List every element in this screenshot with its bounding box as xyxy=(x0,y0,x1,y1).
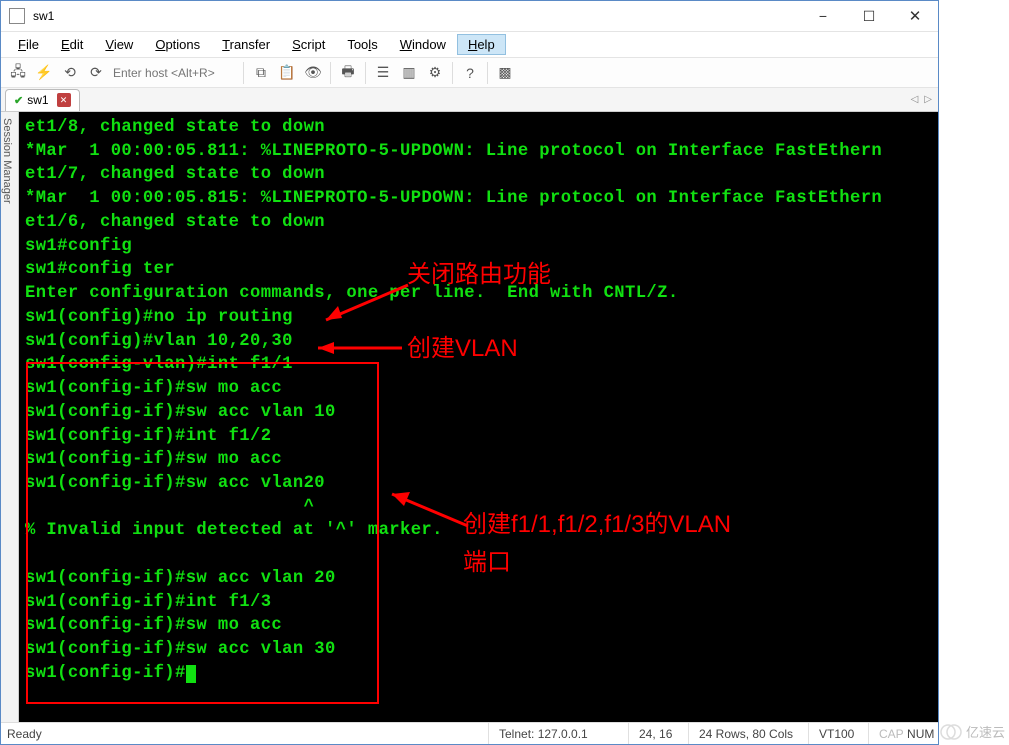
tab-close-icon[interactable]: ✕ xyxy=(57,93,71,107)
status-position: 24, 16 xyxy=(628,723,688,744)
tab-sw1[interactable]: ✔ sw1 ✕ xyxy=(5,89,80,111)
find-icon[interactable]: 👁 xyxy=(301,61,325,85)
connect-icon[interactable]: 🖧 xyxy=(6,61,30,85)
reconnect-icon[interactable]: ⟲ xyxy=(58,61,82,85)
disconnect-icon[interactable]: ⟳ xyxy=(84,61,108,85)
app-window: sw1 − ☐ ✕ File Edit View Options Transfe… xyxy=(0,0,939,745)
menu-help[interactable]: Help xyxy=(457,34,506,55)
tab-next-icon[interactable]: ▷ xyxy=(924,94,932,105)
tab-label: sw1 xyxy=(27,93,48,107)
app-icon xyxy=(9,8,25,24)
main-area: Session Manager et1/8, changed state to … xyxy=(1,112,938,722)
session-options-icon[interactable]: ▥ xyxy=(397,61,421,85)
statusbar: Ready Telnet: 127.0.0.1 24, 16 24 Rows, … xyxy=(1,722,938,744)
host-input[interactable] xyxy=(109,63,239,83)
titlebar: sw1 − ☐ ✕ xyxy=(1,1,938,32)
print-icon[interactable]: 🖶 xyxy=(336,61,360,85)
minimize-button[interactable]: − xyxy=(800,1,846,31)
status-ready: Ready xyxy=(1,723,488,744)
menu-window[interactable]: Window xyxy=(389,34,457,55)
tabstrip: ✔ sw1 ✕ ◁ ▷ xyxy=(1,88,938,112)
tab-prev-icon[interactable]: ◁ xyxy=(911,94,919,105)
close-button[interactable]: ✕ xyxy=(892,1,938,31)
view-icon[interactable]: ▩ xyxy=(493,61,517,85)
copy-icon[interactable]: ⧉ xyxy=(249,61,273,85)
menubar: File Edit View Options Transfer Script T… xyxy=(1,32,938,58)
status-size: 24 Rows, 80 Cols xyxy=(688,723,808,744)
menu-tools[interactable]: Tools xyxy=(336,34,388,55)
toolbar: 🖧 ⚡ ⟲ ⟳ ⧉ 📋 👁 🖶 ☰ ▥ ⚙ ? ▩ xyxy=(1,58,938,88)
status-telnet: Telnet: 127.0.0.1 xyxy=(488,723,628,744)
quick-connect-icon[interactable]: ⚡ xyxy=(32,61,56,85)
terminal[interactable]: et1/8, changed state to down *Mar 1 00:0… xyxy=(19,112,938,722)
properties-icon[interactable]: ☰ xyxy=(371,61,395,85)
menu-file[interactable]: File xyxy=(7,34,50,55)
paste-icon[interactable]: 📋 xyxy=(275,61,299,85)
maximize-button[interactable]: ☐ xyxy=(846,1,892,31)
status-emulation: VT100 xyxy=(808,723,868,744)
status-caps: CAP NUM xyxy=(868,723,938,744)
menu-edit[interactable]: Edit xyxy=(50,34,94,55)
watermark: 亿速云 xyxy=(940,722,1005,741)
menu-view[interactable]: View xyxy=(94,34,144,55)
menu-script[interactable]: Script xyxy=(281,34,336,55)
session-manager-sidetab[interactable]: Session Manager xyxy=(1,112,19,722)
global-options-icon[interactable]: ⚙ xyxy=(423,61,447,85)
connected-icon: ✔ xyxy=(14,94,23,107)
menu-transfer[interactable]: Transfer xyxy=(211,34,281,55)
help-icon[interactable]: ? xyxy=(458,61,482,85)
menu-options[interactable]: Options xyxy=(144,34,211,55)
window-title: sw1 xyxy=(33,9,800,23)
